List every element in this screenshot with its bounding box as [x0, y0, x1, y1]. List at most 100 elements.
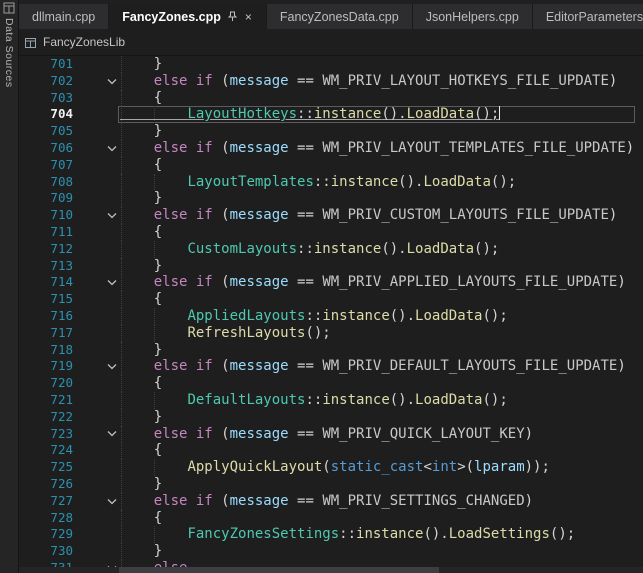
- fold-chevron-icon[interactable]: [104, 207, 120, 224]
- code-text: {: [120, 90, 162, 107]
- code-text: }: [120, 543, 162, 560]
- code-text: }: [120, 258, 162, 275]
- code-line[interactable]: 728 {: [19, 510, 643, 527]
- code-line[interactable]: 717 RefreshLayouts();: [19, 325, 643, 342]
- code-line[interactable]: 702 else if (message == WM_PRIV_LAYOUT_H…: [19, 73, 643, 90]
- project-dropdown[interactable]: FancyZonesLib: [43, 35, 125, 49]
- line-number: 709: [19, 190, 73, 207]
- line-number: 730: [19, 543, 73, 560]
- code-line[interactable]: 706 else if (message == WM_PRIV_LAYOUT_T…: [19, 140, 643, 157]
- editor-group: dllmain.cppFancyZones.cpp×FancyZonesData…: [19, 0, 643, 573]
- line-number: 719: [19, 358, 73, 375]
- line-number: 714: [19, 274, 73, 291]
- pin-icon[interactable]: [227, 11, 238, 22]
- code-text: RefreshLayouts();: [120, 325, 331, 342]
- line-number: 708: [19, 174, 73, 191]
- code-line[interactable]: 721 DefaultLayouts::instance().LoadData(…: [19, 392, 643, 409]
- fold-margin: [104, 308, 120, 325]
- scrollbar-thumb[interactable]: [119, 567, 439, 573]
- code-text: else if (message == WM_PRIV_APPLIED_LAYO…: [120, 274, 626, 291]
- code-line[interactable]: 722 }: [19, 409, 643, 426]
- code-line[interactable]: 719 else if (message == WM_PRIV_DEFAULT_…: [19, 358, 643, 375]
- tab-label: JsonHelpers.cpp: [426, 10, 519, 24]
- fold-margin: [104, 106, 120, 123]
- code-text: }: [120, 190, 162, 207]
- code-text: AppliedLayouts::instance().LoadData();: [120, 308, 508, 325]
- code-line[interactable]: 730 }: [19, 543, 643, 560]
- code-line[interactable]: 701 }: [19, 56, 643, 73]
- tab-FancyZonesData.cpp[interactable]: FancyZonesData.cpp: [267, 4, 413, 29]
- code-line[interactable]: 703 {: [19, 90, 643, 107]
- line-number: 717: [19, 325, 73, 342]
- code-text: DefaultLayouts::instance().LoadData();: [120, 392, 508, 409]
- code-text: else if (message == WM_PRIV_CUSTOM_LAYOU…: [120, 207, 617, 224]
- code-line[interactable]: 710 else if (message == WM_PRIV_CUSTOM_L…: [19, 207, 643, 224]
- code-line[interactable]: 725 ApplyQuickLayout(static_cast<int>(lp…: [19, 459, 643, 476]
- code-text: }: [120, 123, 162, 140]
- data-sources-icon: [3, 2, 15, 14]
- navigation-bar: FancyZonesLib: [19, 29, 643, 56]
- tab-label: EditorParameters: [546, 10, 643, 24]
- fold-margin: [104, 476, 120, 493]
- code-text: {: [120, 375, 162, 392]
- fold-margin: [104, 291, 120, 308]
- code-line[interactable]: 704 LayoutHotkeys::instance().LoadData()…: [19, 106, 643, 123]
- fold-margin: [104, 90, 120, 107]
- code-line[interactable]: 723 else if (message == WM_PRIV_QUICK_LA…: [19, 426, 643, 443]
- fold-chevron-icon[interactable]: [104, 274, 120, 291]
- code-text: ApplyQuickLayout(static_cast<int>(lparam…: [120, 459, 550, 476]
- tool-window-tab-data-sources[interactable]: Data Sources: [0, 0, 19, 573]
- code-line[interactable]: 729 FancyZonesSettings::instance().LoadS…: [19, 526, 643, 543]
- line-number: 722: [19, 409, 73, 426]
- code-text: else if (message == WM_PRIV_LAYOUT_HOTKE…: [120, 73, 617, 90]
- code-text: LayoutTemplates::instance().LoadData();: [120, 174, 516, 191]
- line-number: 701: [19, 56, 73, 73]
- code-line[interactable]: 724 {: [19, 442, 643, 459]
- code-line[interactable]: 714 else if (message == WM_PRIV_APPLIED_…: [19, 274, 643, 291]
- fold-chevron-icon[interactable]: [104, 140, 120, 157]
- fold-margin: [104, 190, 120, 207]
- tab-dllmain.cpp[interactable]: dllmain.cpp: [19, 4, 109, 29]
- code-line[interactable]: 712 CustomLayouts::instance().LoadData()…: [19, 241, 643, 258]
- code-line[interactable]: 708 LayoutTemplates::instance().LoadData…: [19, 174, 643, 191]
- code-text: else if (message == WM_PRIV_DEFAULT_LAYO…: [120, 358, 626, 375]
- fold-chevron-icon[interactable]: [104, 493, 120, 510]
- fold-margin: [104, 459, 120, 476]
- code-text: FancyZonesSettings::instance().LoadSetti…: [120, 526, 575, 543]
- line-number: 704: [19, 106, 73, 123]
- code-line[interactable]: 718 }: [19, 342, 643, 359]
- horizontal-scrollbar[interactable]: [19, 567, 643, 573]
- code-line[interactable]: 709 }: [19, 190, 643, 207]
- text-cursor: [499, 106, 500, 120]
- fold-margin: [104, 174, 120, 191]
- fold-margin: [104, 543, 120, 560]
- tab-FancyZones.cpp[interactable]: FancyZones.cpp×: [109, 4, 267, 29]
- code-line[interactable]: 707 {: [19, 157, 643, 174]
- line-number: 723: [19, 426, 73, 443]
- fold-margin: [104, 241, 120, 258]
- code-text: }: [120, 56, 162, 73]
- fold-chevron-icon[interactable]: [104, 358, 120, 375]
- line-number: 706: [19, 140, 73, 157]
- code-line[interactable]: 726 }: [19, 476, 643, 493]
- fold-chevron-icon[interactable]: [104, 426, 120, 443]
- code-line[interactable]: 716 AppliedLayouts::instance().LoadData(…: [19, 308, 643, 325]
- close-icon[interactable]: ×: [244, 10, 253, 24]
- line-number: 724: [19, 442, 73, 459]
- tool-window-tab-label: Data Sources: [3, 18, 15, 88]
- fold-margin: [104, 123, 120, 140]
- code-line[interactable]: 720 {: [19, 375, 643, 392]
- code-line[interactable]: 705 }: [19, 123, 643, 140]
- code-text: {: [120, 224, 162, 241]
- fold-chevron-icon[interactable]: [104, 73, 120, 90]
- code-line[interactable]: 727 else if (message == WM_PRIV_SETTINGS…: [19, 493, 643, 510]
- tab-JsonHelpers.cpp[interactable]: JsonHelpers.cpp: [413, 4, 533, 29]
- project-icon: [24, 36, 37, 49]
- code-line[interactable]: 713 }: [19, 258, 643, 275]
- code-line[interactable]: 715 {: [19, 291, 643, 308]
- tab-EditorParameters[interactable]: EditorParameters: [533, 4, 643, 29]
- fold-margin: [104, 442, 120, 459]
- code-line[interactable]: 711 {: [19, 224, 643, 241]
- line-number: 703: [19, 90, 73, 107]
- vs-window: Data Sources dllmain.cppFancyZones.cpp×F…: [0, 0, 643, 573]
